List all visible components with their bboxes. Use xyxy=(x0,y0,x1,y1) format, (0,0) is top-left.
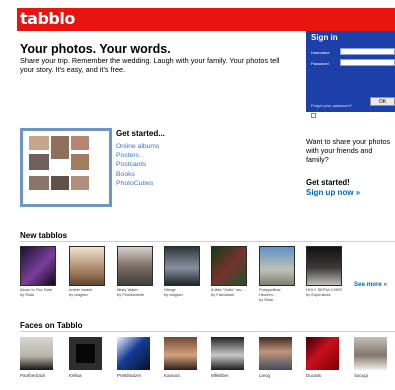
remember-label: Remember me on this computer xyxy=(318,113,376,118)
tabblo-caption[interactable]: Hiroge by tzagran xyxy=(164,287,202,297)
preview-photo xyxy=(71,154,89,170)
face-name[interactable]: Kellua xyxy=(69,373,109,378)
tabblo-caption[interactable]: ember beach by tzagran xyxy=(69,287,107,297)
tabblo-author[interactable]: by Rafa xyxy=(20,292,58,297)
signin-ok-button[interactable]: OK xyxy=(370,97,395,106)
tabblo-author[interactable]: by tzagran xyxy=(69,292,107,297)
hero-title: Your photos. Your words. xyxy=(20,42,171,56)
tabblo-thumbnail[interactable] xyxy=(69,246,105,286)
face-name[interactable]: Panthertrack xyxy=(20,373,60,378)
preview-photo xyxy=(29,136,49,150)
see-more-link[interactable]: See more » xyxy=(354,281,387,288)
tabblo-author[interactable]: by Esperanza xyxy=(306,292,344,297)
section-divider xyxy=(20,241,395,242)
face-name[interactable]: Prettihaazer xyxy=(117,373,157,378)
share-text: Want to share your photos with your frie… xyxy=(306,137,391,165)
face-avatar[interactable] xyxy=(164,337,197,370)
preview-photo xyxy=(71,136,89,150)
preview-photo xyxy=(29,176,49,190)
tabblo-caption[interactable]: Pussywillow Heaven... by Rafa xyxy=(259,287,297,302)
tabblo-logo[interactable]: tabblo xyxy=(20,9,75,28)
tabblo-author[interactable]: by Rafa xyxy=(259,297,297,302)
face-avatar[interactable] xyxy=(211,337,244,370)
face-avatar[interactable] xyxy=(259,337,292,370)
face-name[interactable]: Sacugi xyxy=(354,373,394,378)
forgot-password-link[interactable]: Forgot your password? xyxy=(311,103,352,108)
books-link[interactable]: Books xyxy=(116,170,159,179)
tabblo-thumbnail[interactable] xyxy=(117,246,153,286)
preview-photo xyxy=(29,154,49,170)
remember-checkbox[interactable] xyxy=(311,113,316,118)
preview-photo xyxy=(51,136,69,159)
preview-photo xyxy=(71,176,89,190)
tabblo-thumbnail[interactable] xyxy=(306,246,342,286)
online-albums-link[interactable]: Online albums xyxy=(116,142,159,151)
tabblo-thumbnail[interactable] xyxy=(259,246,295,286)
share-title: Get started! xyxy=(306,178,350,187)
get-started-preview[interactable] xyxy=(20,128,112,207)
face-avatar[interactable] xyxy=(117,337,150,370)
face-avatar[interactable] xyxy=(306,337,339,370)
section-divider xyxy=(20,331,395,332)
face-name[interactable]: Lieog xyxy=(259,373,299,378)
get-started-title: Get started... xyxy=(116,129,165,138)
face-name[interactable]: Kamara xyxy=(164,373,204,378)
tabblo-author[interactable]: by Floridamelle xyxy=(117,292,155,297)
face-name[interactable]: Ducatis xyxy=(306,373,346,378)
postcards-link[interactable]: Postcards xyxy=(116,160,159,169)
tabblo-caption[interactable]: HOLY SEPULCHER by Esperanza xyxy=(306,287,344,297)
tabblo-author[interactable]: by tzagran xyxy=(164,292,202,297)
photocubes-link[interactable]: PhotoCubes xyxy=(116,179,159,188)
preview-photo xyxy=(51,176,69,190)
face-avatar[interactable] xyxy=(354,337,387,370)
password-label: Password xyxy=(311,61,329,66)
username-label: Username xyxy=(311,50,330,55)
tabblo-author[interactable]: by Fandalam xyxy=(211,292,249,297)
signin-title: Sign in xyxy=(311,33,338,42)
username-field[interactable] xyxy=(340,48,395,55)
tabblo-thumbnail[interactable] xyxy=(211,246,247,286)
posters-link[interactable]: Posters xyxy=(116,151,159,160)
signup-link[interactable]: Sign up now » xyxy=(306,188,360,197)
tabblo-caption[interactable]: Alone In The Dark by Rafa xyxy=(20,287,58,297)
faces-title: Faces on Tabblo xyxy=(20,321,83,330)
new-tabblos-title: New tabblos xyxy=(20,231,68,240)
password-field[interactable] xyxy=(340,59,395,66)
tabblo-caption[interactable]: A little "Solfo" mu... by Fandalam xyxy=(211,287,249,297)
hero-text: Share your trip. Remember the wedding. L… xyxy=(20,56,280,75)
face-avatar[interactable] xyxy=(69,337,102,370)
tabblo-caption[interactable]: Misty Water by Floridamelle xyxy=(117,287,155,297)
face-avatar[interactable] xyxy=(20,337,53,370)
tabblo-thumbnail[interactable] xyxy=(20,246,56,286)
tabblo-thumbnail[interactable] xyxy=(164,246,200,286)
tabblo-title[interactable]: Pussywillow Heaven... xyxy=(259,287,297,297)
face-name[interactable]: Mflebber xyxy=(211,373,251,378)
get-started-links: Online albums Posters Postcards Books Ph… xyxy=(116,142,159,188)
